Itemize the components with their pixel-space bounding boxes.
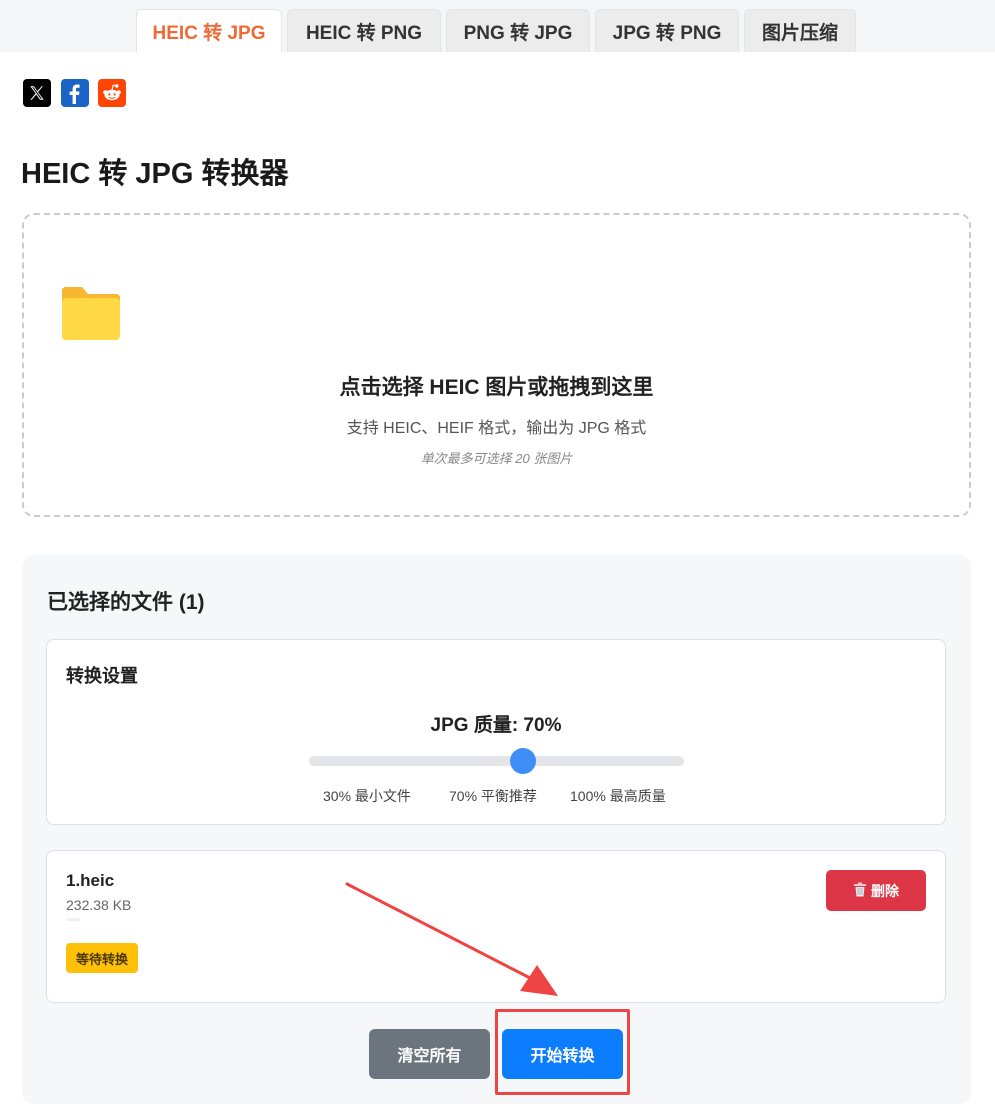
quality-tick-max: 100% 最高质量 bbox=[570, 788, 666, 804]
tab-heic-to-png[interactable]: HEIC 转 PNG bbox=[287, 9, 441, 52]
facebook-icon[interactable] bbox=[61, 79, 89, 107]
upload-title: 点击选择 HEIC 图片或拖拽到这里 bbox=[339, 376, 654, 399]
delete-button-label: 删除 bbox=[871, 882, 899, 899]
quality-tick-mid: 70% 平衡推荐 bbox=[449, 788, 537, 804]
reddit-icon[interactable] bbox=[98, 79, 126, 107]
settings-title: 转换设置 bbox=[66, 666, 138, 686]
file-name: 1.heic bbox=[66, 871, 115, 890]
upload-limit-note: 单次最多可选择 20 张图片 bbox=[420, 451, 573, 466]
tab-jpg-to-png[interactable]: JPG 转 PNG bbox=[595, 9, 739, 52]
quality-tick-min: 30% 最小文件 bbox=[323, 788, 411, 804]
clear-all-button[interactable]: 清空所有 bbox=[369, 1029, 490, 1079]
quality-label: JPG 质量: 70% bbox=[430, 715, 562, 736]
converter-tab-bar: HEIC 转 JPG HEIC 转 PNG PNG 转 JPG JPG 转 PN… bbox=[0, 0, 995, 52]
annotation-highlight-box bbox=[495, 1009, 630, 1095]
file-progress-bar bbox=[66, 918, 80, 921]
quality-slider[interactable] bbox=[309, 748, 684, 774]
delete-file-button[interactable]: 删除 bbox=[826, 870, 926, 911]
trash-icon bbox=[853, 882, 867, 900]
tab-heic-to-jpg[interactable]: HEIC 转 JPG bbox=[136, 9, 282, 52]
tab-png-to-jpg[interactable]: PNG 转 JPG bbox=[446, 9, 590, 52]
file-item: 1.heic 232.38 KB 等待转换 删除 bbox=[46, 850, 946, 1003]
status-badge: 等待转换 bbox=[66, 943, 139, 973]
selected-files-panel: 已选择的文件 (1) 转换设置 JPG 质量: 70% 30% 最小文件 70%… bbox=[22, 555, 971, 1104]
conversion-settings-card: 转换设置 JPG 质量: 70% 30% 最小文件 70% 平衡推荐 100% … bbox=[46, 639, 946, 825]
x-logo-icon[interactable] bbox=[23, 79, 51, 107]
selected-files-title: 已选择的文件 (1) bbox=[47, 591, 205, 614]
upload-subtitle: 支持 HEIC、HEIF 格式，输出为 JPG 格式 bbox=[346, 420, 647, 437]
tab-image-compress[interactable]: 图片压缩 bbox=[744, 9, 856, 52]
folder-icon bbox=[60, 285, 122, 348]
quality-slider-thumb[interactable] bbox=[510, 748, 537, 774]
upload-dropzone[interactable]: 点击选择 HEIC 图片或拖拽到这里 支持 HEIC、HEIF 格式，输出为 J… bbox=[22, 213, 971, 517]
file-size: 232.38 KB bbox=[66, 897, 132, 913]
page-title: HEIC 转 JPG 转换器 bbox=[21, 158, 289, 190]
